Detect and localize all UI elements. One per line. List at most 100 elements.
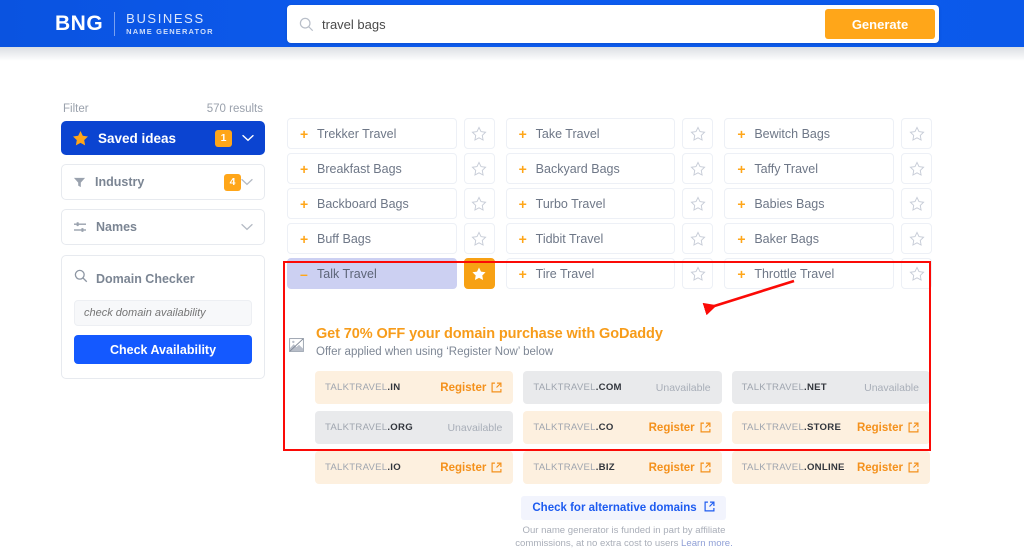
filter-label: Filter [63, 103, 89, 115]
domain-checker-title: Domain Checker [96, 272, 195, 286]
promo-header: Get 70% OFF your domain purchase with Go… [287, 313, 932, 358]
generate-button[interactable]: Generate [825, 9, 935, 39]
register-link[interactable]: Register [649, 462, 711, 474]
domain-name: TALKTRAVEL.CO [533, 422, 648, 434]
save-star-button[interactable] [464, 153, 495, 184]
list-item: + Bewitch Bags [724, 118, 932, 149]
name-pill-tidbit-travel[interactable]: + Tidbit Travel [506, 223, 676, 254]
add-sign-icon: + [737, 126, 751, 142]
name-pill-backboard-bags[interactable]: + Backboard Bags [287, 188, 457, 219]
name-pill-backyard-bags[interactable]: + Backyard Bags [506, 153, 676, 184]
domain-name: TALKTRAVEL.IO [325, 462, 440, 474]
domain-availability-input[interactable] [74, 300, 252, 326]
chevron-down-icon[interactable] [242, 134, 254, 142]
list-item: + Taffy Travel [724, 153, 932, 184]
save-star-button[interactable] [901, 118, 932, 149]
name-pill-talk-travel-selected[interactable]: – Talk Travel [287, 258, 457, 289]
save-star-button[interactable] [901, 153, 932, 184]
name-label: Babies Bags [754, 197, 824, 211]
add-sign-icon: + [737, 266, 751, 282]
save-star-button-active[interactable] [464, 258, 495, 289]
save-star-button[interactable] [901, 223, 932, 254]
register-link[interactable]: Register [857, 462, 919, 474]
domain-name: TALKTRAVEL.COM [533, 382, 655, 394]
list-item: + Breakfast Bags [287, 153, 495, 184]
search-input[interactable] [322, 17, 825, 32]
add-sign-icon: + [519, 196, 533, 212]
page-body: Filter 570 results Saved ideas 1 [0, 47, 1024, 514]
check-availability-button[interactable]: Check Availability [74, 335, 252, 364]
check-alternative-domains-button[interactable]: Check for alternative domains [521, 496, 726, 520]
learn-more-link[interactable]: Learn more. [681, 538, 733, 549]
add-sign-icon: + [519, 161, 533, 177]
name-pill-turbo-travel[interactable]: + Turbo Travel [506, 188, 676, 219]
save-star-button[interactable] [682, 188, 713, 219]
save-star-button[interactable] [464, 118, 495, 149]
add-sign-icon: + [519, 231, 533, 247]
search-icon [74, 269, 88, 288]
save-star-button[interactable] [464, 223, 495, 254]
name-label: Baker Bags [754, 232, 819, 246]
promo-subline: Offer applied when using ‘Register Now’ … [316, 346, 663, 358]
name-label: Backyard Bags [536, 162, 620, 176]
saved-ideas-count: 1 [215, 130, 232, 147]
register-link[interactable]: Register [857, 422, 919, 434]
domain-row-online[interactable]: TALKTRAVEL.ONLINE Register [732, 451, 930, 484]
external-link-icon [908, 422, 919, 433]
name-results-grid: + Trekker Travel + Take Travel + Bewitch… [287, 118, 932, 289]
sidebar-item-saved-ideas[interactable]: Saved ideas 1 [61, 121, 265, 155]
name-label: Turbo Travel [536, 197, 606, 211]
name-pill-tire-travel[interactable]: + Tire Travel [506, 258, 676, 289]
name-label: Taffy Travel [754, 162, 818, 176]
external-link-icon [908, 462, 919, 473]
chevron-down-icon[interactable] [241, 178, 253, 186]
domain-row-co[interactable]: TALKTRAVEL.CO Register [523, 411, 721, 444]
name-pill-trekker-travel[interactable]: + Trekker Travel [287, 118, 457, 149]
list-item: + Turbo Travel [506, 188, 714, 219]
add-sign-icon: + [737, 231, 751, 247]
name-pill-buff-bags[interactable]: + Buff Bags [287, 223, 457, 254]
funnel-icon [73, 176, 86, 189]
sliders-icon [73, 221, 87, 234]
alt-domains-label: Check for alternative domains [532, 502, 696, 514]
external-link-icon [700, 422, 711, 433]
domain-row-in[interactable]: TALKTRAVEL.IN Register [315, 371, 513, 404]
logo-divider [114, 12, 115, 36]
list-item: + Throttle Travel [724, 258, 932, 289]
name-pill-babies-bags[interactable]: + Babies Bags [724, 188, 894, 219]
save-star-button[interactable] [682, 153, 713, 184]
add-sign-icon: + [737, 161, 751, 177]
save-star-button[interactable] [682, 258, 713, 289]
name-pill-take-travel[interactable]: + Take Travel [506, 118, 676, 149]
save-star-button[interactable] [682, 223, 713, 254]
domain-row-io[interactable]: TALKTRAVEL.IO Register [315, 451, 513, 484]
name-pill-bewitch-bags[interactable]: + Bewitch Bags [724, 118, 894, 149]
external-link-icon [491, 382, 502, 393]
saved-ideas-label: Saved ideas [98, 131, 215, 146]
list-item: + Tidbit Travel [506, 223, 714, 254]
name-label: Backboard Bags [317, 197, 409, 211]
list-item: + Backboard Bags [287, 188, 495, 219]
sidebar-item-names[interactable]: Names [61, 209, 265, 245]
filter-header: Filter 570 results [61, 103, 265, 121]
save-star-button[interactable] [682, 118, 713, 149]
register-link[interactable]: Register [649, 422, 711, 434]
name-pill-taffy-travel[interactable]: + Taffy Travel [724, 153, 894, 184]
brand-logo[interactable]: BNG BUSINESS NAME GENERATOR [55, 11, 214, 36]
sidebar-item-industry[interactable]: Industry 4 [61, 164, 265, 200]
list-item: + Trekker Travel [287, 118, 495, 149]
domain-row-biz[interactable]: TALKTRAVEL.BIZ Register [523, 451, 721, 484]
register-link[interactable]: Register [440, 382, 502, 394]
name-pill-baker-bags[interactable]: + Baker Bags [724, 223, 894, 254]
name-pill-throttle-travel[interactable]: + Throttle Travel [724, 258, 894, 289]
save-star-button[interactable] [901, 258, 932, 289]
save-star-button[interactable] [901, 188, 932, 219]
name-pill-breakfast-bags[interactable]: + Breakfast Bags [287, 153, 457, 184]
domain-row-org: TALKTRAVEL.ORG Unavailable [315, 411, 513, 444]
save-star-button[interactable] [464, 188, 495, 219]
chevron-down-icon[interactable] [241, 223, 253, 231]
domain-row-net: TALKTRAVEL.NET Unavailable [732, 371, 930, 404]
results-count: 570 results [207, 103, 263, 115]
domain-row-store[interactable]: TALKTRAVEL.STORE Register [732, 411, 930, 444]
register-link[interactable]: Register [440, 462, 502, 474]
